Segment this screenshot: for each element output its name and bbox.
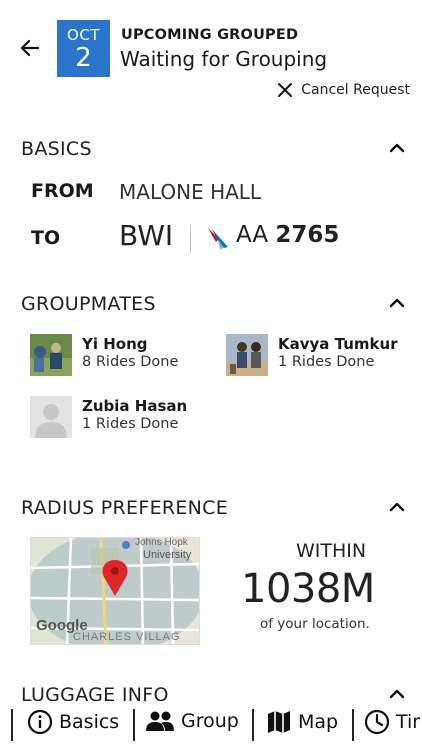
chevron-up-icon[interactable] bbox=[387, 293, 407, 313]
nav-label: Group bbox=[181, 710, 239, 732]
info-icon bbox=[27, 709, 53, 735]
basics-section-header[interactable]: BASICS bbox=[21, 138, 413, 162]
to-value: BWI bbox=[119, 219, 174, 252]
nav-item-basics[interactable]: Basics bbox=[27, 709, 119, 735]
radius-section-header[interactable]: RADIUS PREFERENCE bbox=[21, 497, 413, 521]
date-day: 2 bbox=[75, 43, 92, 73]
nav-separator bbox=[133, 709, 135, 741]
nav-label: Basics bbox=[59, 711, 120, 733]
nav-item-group[interactable]: Group bbox=[145, 709, 239, 733]
cancel-request-button[interactable]: Cancel Request bbox=[277, 82, 410, 98]
avatar bbox=[30, 334, 72, 376]
groupmate-rides: 1 Rides Done bbox=[278, 354, 375, 370]
to-label: TO bbox=[31, 227, 61, 249]
groupmates-section-header[interactable]: GROUPMATES bbox=[21, 293, 413, 317]
groupmate-name: Yi Hong bbox=[82, 335, 148, 353]
chevron-up-icon[interactable] bbox=[387, 684, 407, 701]
nav-label: Map bbox=[298, 711, 339, 733]
map-label: University bbox=[143, 549, 192, 561]
nav-item-map[interactable]: Map bbox=[266, 709, 338, 735]
divider bbox=[190, 225, 191, 253]
nav-separator bbox=[252, 709, 254, 741]
groupmate-rides: 1 Rides Done bbox=[82, 416, 179, 432]
luggage-section-header[interactable]: LUGGAGE INFO bbox=[21, 684, 413, 701]
american-airlines-logo-icon bbox=[208, 228, 228, 249]
clock-icon bbox=[364, 709, 390, 735]
status-label: UPCOMING GROUPED bbox=[121, 27, 299, 43]
airline-code: AA bbox=[236, 222, 269, 248]
radius-subtitle: of your location. bbox=[260, 616, 370, 632]
radius-map[interactable]: Johns Hopk University CHARLES VILLAG Goo… bbox=[30, 537, 200, 645]
date-badge: OCT 2 bbox=[57, 20, 110, 77]
arrow-left-icon bbox=[20, 39, 40, 57]
nav-separator bbox=[352, 709, 354, 741]
flight-info: AA 2765 bbox=[236, 222, 339, 248]
nav-label: Tir bbox=[396, 711, 421, 733]
people-icon bbox=[146, 711, 174, 731]
google-logo: Google bbox=[36, 617, 88, 634]
bottom-nav: Basics Group Map Tir bbox=[0, 701, 422, 750]
radius-section-title: RADIUS PREFERENCE bbox=[21, 497, 229, 519]
page-title: Waiting for Grouping bbox=[120, 47, 328, 71]
from-value: MALONE HALL bbox=[119, 180, 262, 204]
map-label: CHARLES VILLAG bbox=[73, 631, 181, 643]
groupmate-rides: 8 Rides Done bbox=[82, 354, 179, 370]
avatar bbox=[226, 334, 268, 376]
groupmate-card[interactable]: Kavya Tumkur 1 Rides Done bbox=[226, 334, 398, 376]
map-label: Johns Hopk bbox=[135, 537, 188, 548]
nav-separator bbox=[11, 709, 13, 741]
basics-section-title: BASICS bbox=[21, 138, 92, 160]
close-icon bbox=[278, 83, 293, 97]
chevron-up-icon[interactable] bbox=[387, 138, 407, 158]
groupmate-card[interactable]: Zubia Hasan 1 Rides Done bbox=[30, 396, 187, 438]
within-label: WITHIN bbox=[296, 540, 367, 562]
groupmate-name: Kavya Tumkur bbox=[278, 335, 398, 353]
date-month: OCT bbox=[67, 26, 100, 44]
back-button[interactable] bbox=[14, 32, 46, 64]
groupmates-section-title: GROUPMATES bbox=[21, 293, 156, 315]
groupmate-card[interactable]: Yi Hong 8 Rides Done bbox=[30, 334, 178, 376]
avatar bbox=[30, 396, 72, 438]
radius-distance: 1038M bbox=[241, 566, 375, 612]
map-icon bbox=[268, 711, 290, 733]
flight-number: 2765 bbox=[275, 222, 340, 248]
nav-item-time[interactable]: Tir bbox=[364, 709, 420, 735]
chevron-up-icon[interactable] bbox=[387, 497, 407, 517]
from-label: FROM bbox=[31, 180, 94, 202]
luggage-section-title: LUGGAGE INFO bbox=[21, 684, 169, 701]
cancel-request-label: Cancel Request bbox=[301, 82, 410, 98]
groupmate-name: Zubia Hasan bbox=[82, 397, 188, 415]
